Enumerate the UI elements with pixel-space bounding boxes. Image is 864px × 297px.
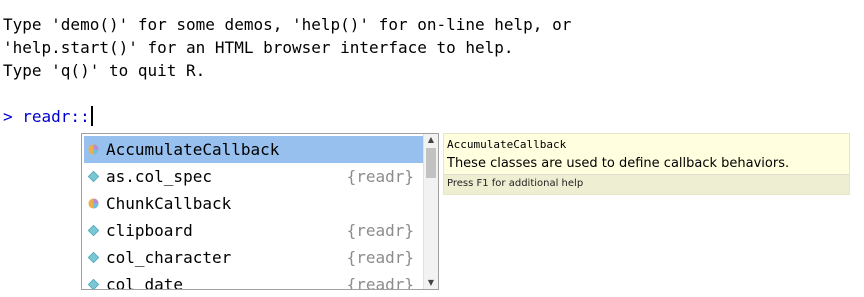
- console-output: Type 'demo()' for some demos, 'help()' f…: [3, 13, 571, 82]
- completion-item-clipboard[interactable]: clipboard {readr}: [84, 217, 424, 244]
- completion-item-chunkcallback[interactable]: ChunkCallback: [84, 190, 424, 217]
- console-line: Type 'q()' to quit R.: [3, 61, 206, 80]
- console-line: 'help.start()' for an HTML browser inter…: [3, 38, 514, 57]
- help-tooltip: AccumulateCallback These classes are use…: [443, 133, 850, 195]
- help-title: AccumulateCallback: [447, 138, 567, 151]
- scroll-up-arrow-icon[interactable]: ▲: [424, 134, 438, 146]
- help-description: These classes are used to define callbac…: [447, 156, 790, 171]
- help-footer: Press F1 for additional help: [444, 174, 849, 194]
- completion-item-as-col-spec[interactable]: as.col_spec {readr}: [84, 163, 424, 190]
- console-line: Type 'demo()' for some demos, 'help()' f…: [3, 15, 572, 34]
- completion-popup[interactable]: AccumulateCallback as.col_spec {readr} C…: [81, 133, 439, 290]
- function-icon: [88, 225, 99, 236]
- function-icon: [88, 171, 99, 182]
- completion-item-name: ChunkCallback: [106, 194, 232, 213]
- scroll-down-arrow-icon[interactable]: ▼: [424, 277, 438, 289]
- r6-class-icon: [88, 198, 99, 209]
- completion-item-package: {readr}: [346, 221, 414, 240]
- scrollbar-thumb[interactable]: [426, 148, 436, 178]
- completion-item-name: col_date: [106, 275, 184, 290]
- r6-class-icon: [88, 144, 99, 155]
- console-input[interactable]: > readr::: [3, 105, 93, 128]
- completion-item-col-date[interactable]: col_date {readr}: [84, 271, 424, 290]
- help-footer-text: Press F1 for additional help: [447, 178, 584, 189]
- completion-item-name: AccumulateCallback: [106, 140, 280, 159]
- completion-item-name: col_character: [106, 248, 232, 267]
- completion-scrollbar[interactable]: ▲ ▼: [423, 134, 438, 289]
- completion-item-package: {readr}: [346, 248, 414, 267]
- completion-item-name: clipboard: [106, 221, 193, 240]
- completion-item-col-character[interactable]: col_character {readr}: [84, 244, 424, 271]
- completion-item-package: {readr}: [346, 275, 414, 290]
- function-icon: [88, 279, 99, 289]
- completion-item-accumulatecallback[interactable]: AccumulateCallback: [84, 136, 424, 163]
- function-icon: [88, 252, 99, 263]
- prompt-text: > readr::: [3, 107, 90, 126]
- completion-list[interactable]: AccumulateCallback as.col_spec {readr} C…: [84, 136, 424, 290]
- completion-item-package: {readr}: [346, 167, 414, 186]
- completion-item-name: as.col_spec: [106, 167, 212, 186]
- text-caret: [90, 106, 93, 126]
